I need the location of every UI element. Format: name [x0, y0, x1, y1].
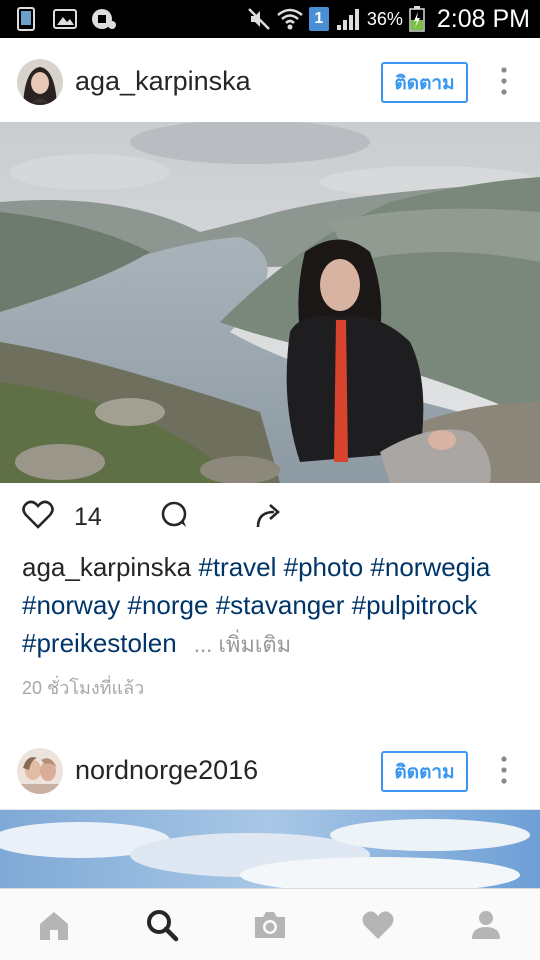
avatar[interactable]: [17, 748, 63, 794]
follow-button[interactable]: ติดตาม: [381, 62, 468, 103]
hashtag[interactable]: #photo: [284, 552, 364, 582]
mute-icon: [247, 8, 270, 30]
hashtag[interactable]: #stavanger: [216, 590, 345, 620]
signal-icon: [336, 9, 359, 30]
post-header: nordnorge2016 ติดตาม: [0, 729, 540, 813]
bottom-navigation: [0, 888, 540, 960]
post-header: aga_karpinska ติดตาม: [0, 40, 540, 124]
media-icon: [92, 9, 116, 29]
more-options-icon[interactable]: [500, 755, 508, 785]
more-options-icon[interactable]: [500, 66, 508, 96]
heart-icon[interactable]: [360, 907, 396, 943]
hashtag[interactable]: #norge: [128, 590, 209, 620]
status-bar: 1 36% 2:08 PM: [0, 0, 540, 38]
like-heart-icon[interactable]: [22, 500, 54, 530]
more-caption-link[interactable]: ... เพิ่มเติม: [194, 632, 291, 657]
battery-percent: 36%: [366, 8, 403, 29]
sim-icon: 1: [308, 7, 329, 31]
hashtag[interactable]: #norwegia: [370, 552, 490, 582]
gallery-icon: [53, 9, 77, 29]
hashtag[interactable]: #travel: [198, 552, 276, 582]
screenshot-icon: [17, 7, 35, 31]
hashtag[interactable]: #norway: [22, 590, 120, 620]
post-photo[interactable]: [0, 122, 540, 483]
post-actions: 14: [0, 492, 540, 542]
follow-button[interactable]: ติดตาม: [381, 751, 468, 792]
caption-username[interactable]: aga_karpinska: [22, 552, 191, 582]
home-icon[interactable]: [36, 907, 72, 943]
profile-icon[interactable]: [468, 907, 504, 943]
clock: 2:08 PM: [436, 4, 530, 33]
post-caption: aga_karpinska #travel #photo #norwegia #…: [22, 548, 527, 664]
search-icon[interactable]: [144, 907, 180, 943]
post-username[interactable]: nordnorge2016: [75, 755, 258, 786]
battery-icon: [409, 6, 425, 32]
post-username[interactable]: aga_karpinska: [75, 66, 251, 97]
comment-icon[interactable]: [160, 500, 190, 530]
avatar[interactable]: [17, 59, 63, 105]
camera-icon[interactable]: [252, 907, 288, 943]
post-time-ago: 20 ชั่วโมงที่แล้ว: [22, 678, 145, 698]
like-count[interactable]: 14: [74, 503, 102, 532]
hashtag[interactable]: #preikestolen: [22, 628, 177, 658]
wifi-icon: [277, 8, 303, 30]
post-photo[interactable]: [0, 810, 540, 890]
hashtag[interactable]: #pulpitrock: [352, 590, 478, 620]
share-icon[interactable]: [254, 500, 284, 530]
